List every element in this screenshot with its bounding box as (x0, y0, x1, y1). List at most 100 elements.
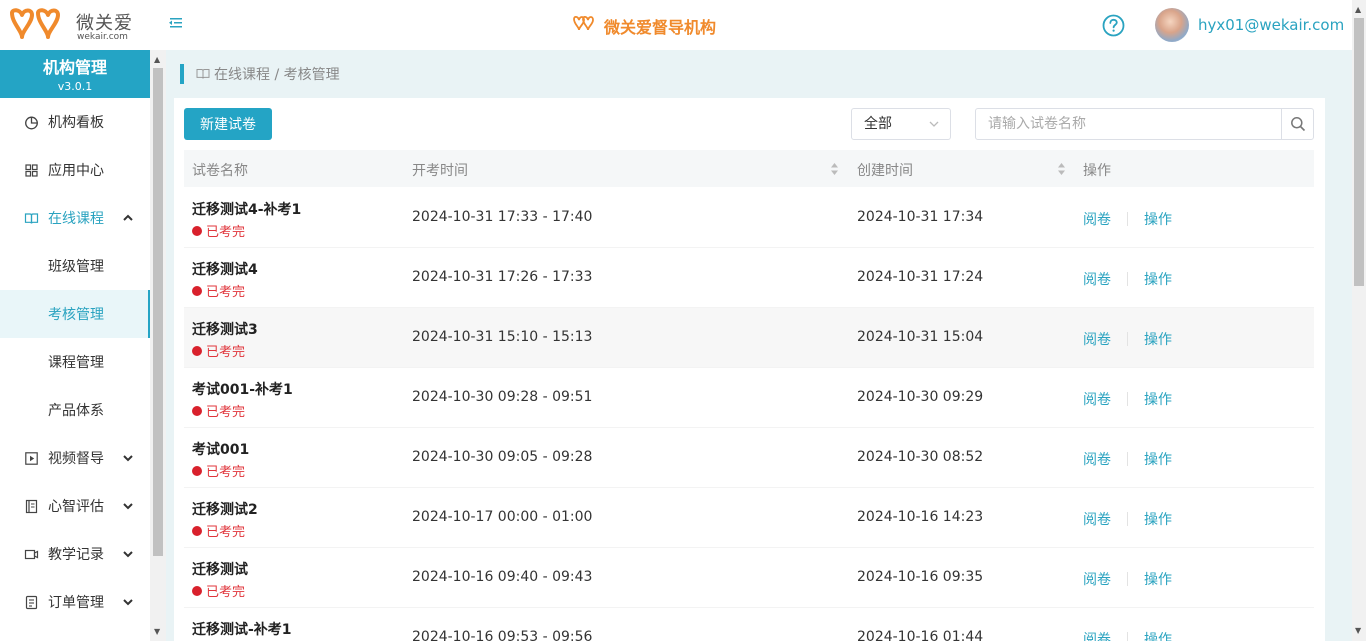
created-time: 2024-10-16 09:35 (857, 569, 984, 585)
scroll-up-icon[interactable]: ▲ (1355, 5, 1361, 14)
review-link[interactable]: 阅卷 (1083, 269, 1111, 289)
operate-link[interactable]: 操作 (1144, 509, 1172, 529)
sidebar-item-label: 产品体系 (48, 403, 104, 419)
sidebar-item-label: 应用中心 (48, 163, 104, 179)
action-divider (1127, 452, 1128, 466)
search-button[interactable] (1281, 109, 1313, 139)
status-text: 已考完 (206, 525, 246, 540)
status-dot-icon (192, 405, 202, 416)
scroll-down-icon[interactable]: ▼ (154, 627, 160, 636)
status-text: 已考完 (206, 585, 246, 600)
created-time: 2024-10-31 17:24 (857, 269, 984, 285)
sidebar-item-class-management[interactable]: 班级管理 (0, 242, 150, 290)
review-link[interactable]: 阅卷 (1083, 569, 1111, 589)
page-scroll-thumb[interactable] (1354, 18, 1364, 286)
help-icon[interactable] (1102, 14, 1125, 37)
operate-link[interactable]: 操作 (1144, 269, 1172, 289)
center-brand: 微关爱督导机构 (572, 14, 716, 38)
sort-icon[interactable] (830, 162, 839, 176)
column-header-actions: 操作 (1083, 163, 1111, 179)
sidebar-item-label: 视频督导 (48, 451, 104, 467)
sidebar-item-order-management[interactable]: 订单管理 (0, 578, 150, 626)
created-time: 2024-10-31 17:34 (857, 209, 984, 225)
breadcrumb: 在线课程 / 考核管理 (180, 64, 340, 84)
sidebar-scrollbar[interactable]: ▲ ▼ (150, 50, 166, 641)
user-email[interactable]: hyx01@wekair.com (1198, 16, 1344, 34)
review-link[interactable]: 阅卷 (1083, 389, 1111, 409)
wekair-logo[interactable]: 微关爱 wekair.com (8, 7, 140, 45)
status-badge: 已考完 (192, 401, 245, 420)
review-link[interactable]: 阅卷 (1083, 449, 1111, 469)
operate-link[interactable]: 操作 (1144, 329, 1172, 349)
operate-link[interactable]: 操作 (1144, 209, 1172, 229)
table-row: 迁移测试-补考1 2024-10-16 09:53 - 09:56 2024-1… (184, 608, 1314, 641)
scroll-down-icon[interactable]: ▼ (1355, 626, 1361, 635)
exam-name: 迁移测试4-补考1 (192, 202, 302, 218)
column-header-created-time[interactable]: 创建时间 (857, 160, 913, 180)
chevron-up-icon (123, 214, 133, 221)
exam-name: 迁移测试4 (192, 262, 258, 278)
grid-icon (25, 163, 38, 177)
operate-link[interactable]: 操作 (1144, 449, 1172, 469)
status-badge: 已考完 (192, 581, 245, 600)
status-badge: 已考完 (192, 341, 245, 360)
logo-hearts-icon (10, 8, 60, 39)
sidebar-item-app-center[interactable]: 应用中心 (0, 146, 150, 194)
review-link[interactable]: 阅卷 (1083, 509, 1111, 529)
status-filter-select[interactable]: 全部 (851, 108, 951, 140)
table-row: 迁移测试4-补考1 已考完 2024-10-31 17:33 - 17:40 2… (184, 188, 1314, 248)
status-text: 已考完 (206, 465, 246, 480)
review-link[interactable]: 阅卷 (1083, 209, 1111, 229)
notebook-icon (25, 499, 38, 513)
sidebar-item-exam-management[interactable]: 考核管理 (0, 290, 150, 338)
sidebar-title: 机构管理 (42, 58, 107, 77)
operate-link[interactable]: 操作 (1144, 569, 1172, 589)
status-dot-icon (192, 225, 202, 236)
action-divider (1127, 512, 1128, 526)
new-exam-button[interactable]: 新建试卷 (184, 108, 272, 140)
sidebar-item-course-management[interactable]: 课程管理 (0, 338, 150, 386)
user-avatar[interactable] (1155, 8, 1189, 42)
column-header-name: 试卷名称 (192, 163, 248, 179)
scroll-up-icon[interactable]: ▲ (154, 55, 160, 64)
status-badge: 已考完 (192, 281, 245, 300)
logo-subtext: wekair.com (77, 32, 128, 42)
table-header: 试卷名称 开考时间 创建时间 操作 (184, 150, 1314, 187)
table-row: 迁移测试3 已考完 2024-10-31 15:10 - 15:13 2024-… (184, 308, 1314, 368)
sidebar-item-label: 课程管理 (48, 355, 104, 371)
exam-name: 迁移测试3 (192, 322, 258, 338)
status-text: 已考完 (206, 345, 246, 360)
sidebar-item-label: 教学记录 (48, 547, 104, 563)
sidebar-item-video-supervision[interactable]: 视频督导 (0, 434, 150, 482)
operate-link[interactable]: 操作 (1144, 389, 1172, 409)
review-link[interactable]: 阅卷 (1083, 629, 1111, 641)
page-scrollbar[interactable]: ▲ ▼ (1352, 0, 1366, 641)
sidebar-item-mental-assessment[interactable]: 心智评估 (0, 482, 150, 530)
sidebar-item-dashboard[interactable]: 机构看板 (0, 98, 150, 146)
created-time: 2024-10-16 01:44 (857, 629, 984, 641)
sort-icon[interactable] (1057, 162, 1066, 176)
column-header-start-time[interactable]: 开考时间 (412, 160, 468, 180)
sidebar-item-label: 班级管理 (48, 259, 104, 275)
search-input[interactable] (976, 109, 1282, 139)
sidebar-item-online-courses[interactable]: 在线课程 (0, 194, 150, 242)
action-divider (1127, 632, 1128, 641)
exam-time: 2024-10-30 09:05 - 09:28 (412, 449, 593, 465)
chevron-down-icon (929, 121, 939, 127)
breadcrumb-text[interactable]: 在线课程 / 考核管理 (214, 64, 340, 84)
video-icon (25, 451, 38, 465)
operate-link[interactable]: 操作 (1144, 629, 1172, 641)
sidebar-item-product-system[interactable]: 产品体系 (0, 386, 150, 434)
sidebar-header: 机构管理 v3.0.1 (0, 50, 150, 98)
table-row: 考试001 已考完 2024-10-30 09:05 - 09:28 2024-… (184, 428, 1314, 488)
status-text: 已考完 (206, 405, 246, 420)
brand-name: 微关爱督导机构 (604, 18, 717, 37)
search-icon (1290, 117, 1305, 132)
exam-name: 迁移测试-补考1 (192, 622, 292, 638)
review-link[interactable]: 阅卷 (1083, 329, 1111, 349)
status-badge: 已考完 (192, 461, 245, 480)
menu-collapse-icon[interactable] (167, 15, 187, 35)
sidebar-scroll-thumb[interactable] (153, 68, 163, 556)
exam-time: 2024-10-16 09:53 - 09:56 (412, 629, 593, 641)
sidebar-item-teaching-records[interactable]: 教学记录 (0, 530, 150, 578)
